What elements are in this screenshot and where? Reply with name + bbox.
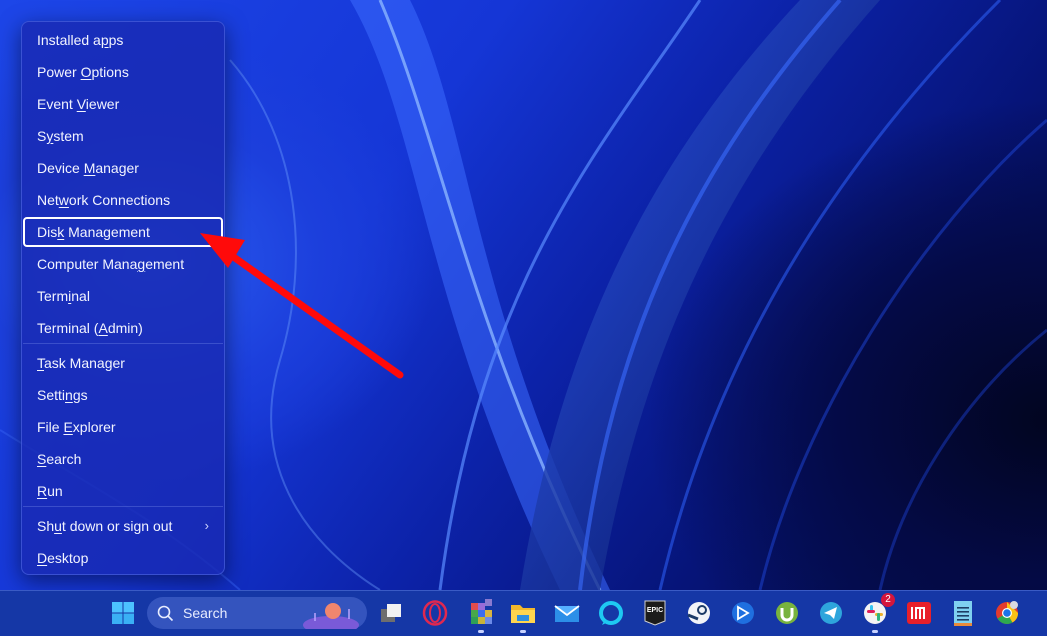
running-indicator bbox=[872, 630, 878, 633]
epic-games-icon[interactable]: EPIC bbox=[640, 598, 670, 628]
search-highlight-illustration bbox=[303, 603, 359, 629]
file-explorer-icon[interactable] bbox=[508, 598, 538, 633]
steam-icon[interactable] bbox=[684, 598, 714, 628]
notepad-icon[interactable] bbox=[948, 598, 978, 628]
search-placeholder: Search bbox=[183, 605, 228, 621]
arrow-shaft bbox=[224, 249, 404, 379]
slack-icon[interactable]: 2 bbox=[860, 593, 895, 633]
taskbar: Search EPIC 2 bbox=[0, 590, 1047, 636]
red-annotation-arrow bbox=[200, 233, 404, 379]
utorrent-icon[interactable] bbox=[772, 598, 802, 628]
running-indicator bbox=[478, 630, 484, 633]
running-indicator bbox=[520, 630, 526, 633]
chrome-icon[interactable] bbox=[992, 598, 1022, 628]
pixelated-app-icon[interactable] bbox=[466, 598, 496, 633]
bitdefender-icon[interactable] bbox=[728, 598, 758, 628]
app-m-icon[interactable] bbox=[904, 598, 934, 628]
opera-icon[interactable] bbox=[420, 598, 450, 628]
svg-text:EPIC: EPIC bbox=[647, 607, 663, 614]
notification-badge: 2 bbox=[881, 593, 895, 607]
amazon-alexa-icon[interactable] bbox=[596, 598, 626, 628]
start-icon[interactable] bbox=[108, 598, 138, 628]
telegram-icon[interactable] bbox=[816, 598, 846, 628]
mail-icon[interactable] bbox=[552, 598, 582, 628]
search-icon bbox=[157, 605, 174, 622]
search-box[interactable]: Search bbox=[147, 597, 367, 629]
task-view-icon[interactable] bbox=[377, 598, 407, 628]
